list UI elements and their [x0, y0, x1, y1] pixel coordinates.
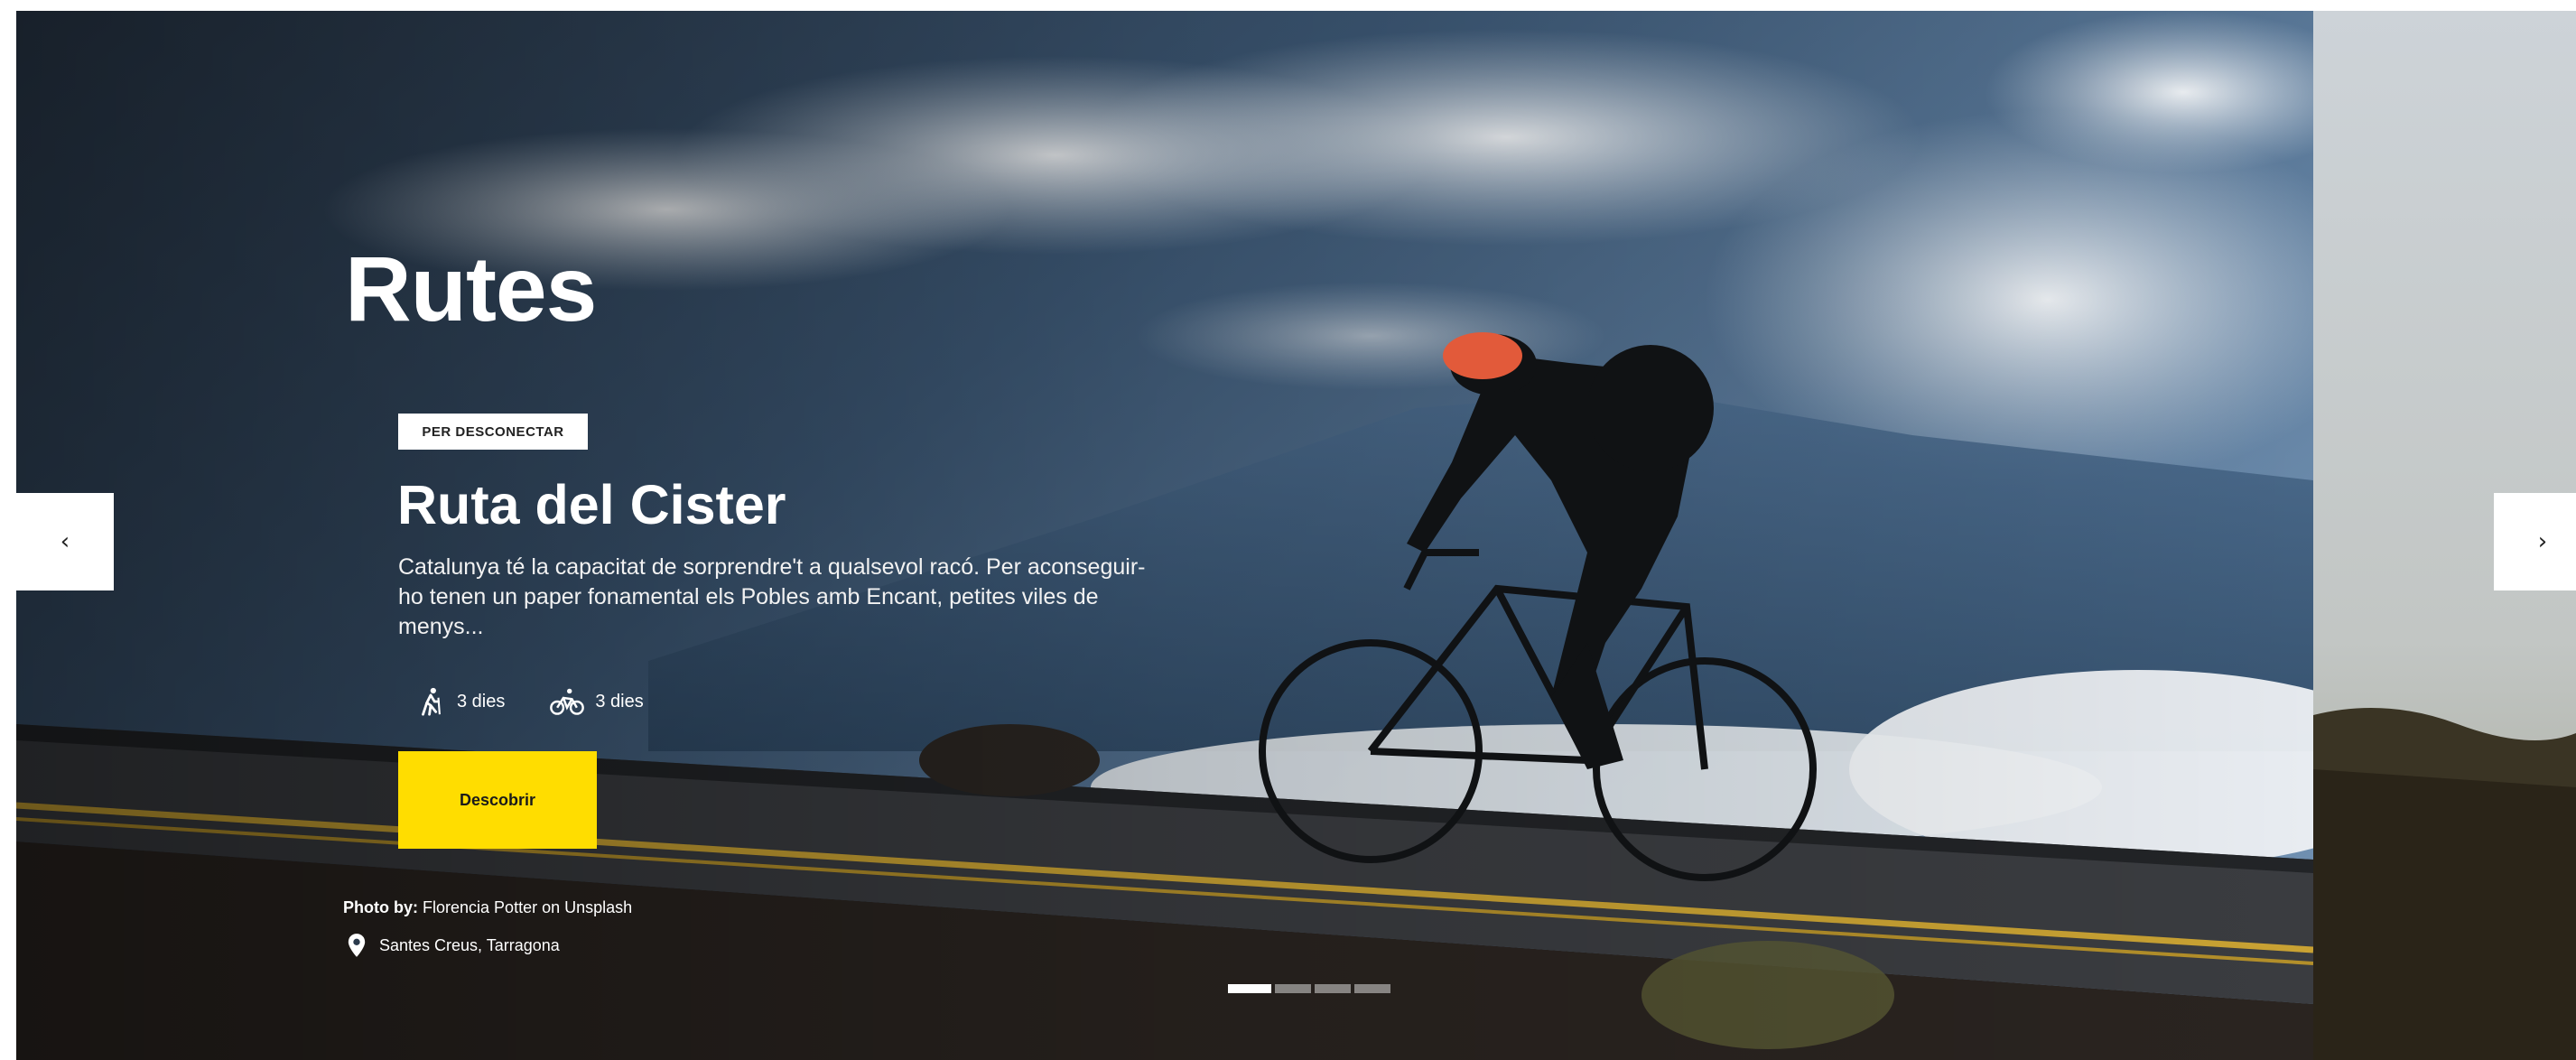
cycling-duration: 3 dies: [550, 686, 644, 717]
cycling-duration-label: 3 dies: [595, 691, 644, 711]
photo-credit: Photo by: Florencia Potter on Unsplash: [343, 898, 632, 917]
photo-location: Santes Creus, Tarragona: [347, 933, 560, 958]
hiking-duration: 3 dies: [415, 686, 505, 717]
route-title: Ruta del Cister: [397, 474, 786, 535]
carousel-dot[interactable]: [1354, 984, 1390, 993]
route-stats: 3 dies 3 dies: [415, 686, 689, 717]
previous-slide-button[interactable]: ‹: [16, 493, 114, 590]
photo-credit-prefix: Photo by:: [343, 898, 418, 916]
route-description: Catalunya té la capacitat de sorprendre'…: [398, 554, 1146, 639]
carousel-dot[interactable]: [1275, 984, 1311, 993]
carousel: Rutes PER DESCONECTAR Ruta del Cister Ca…: [0, 0, 2576, 1060]
map-pin-icon: [348, 934, 366, 957]
section-title: Rutes: [345, 237, 597, 340]
hiking-icon: [422, 687, 441, 716]
route-category-tag: PER DESCONECTAR: [398, 414, 588, 450]
next-slide-button[interactable]: ›: [2494, 493, 2576, 590]
carousel-dot[interactable]: [1228, 984, 1271, 993]
photo-location-label: Santes Creus, Tarragona: [379, 935, 560, 954]
bicycle-icon: [550, 688, 585, 715]
photo-credit-name: Florencia Potter on Unsplash: [423, 898, 633, 916]
carousel-pagination: [1228, 984, 1394, 993]
hiking-duration-label: 3 dies: [457, 691, 506, 711]
carousel-dot[interactable]: [1315, 984, 1351, 993]
discover-button[interactable]: Descobrir: [398, 751, 597, 849]
